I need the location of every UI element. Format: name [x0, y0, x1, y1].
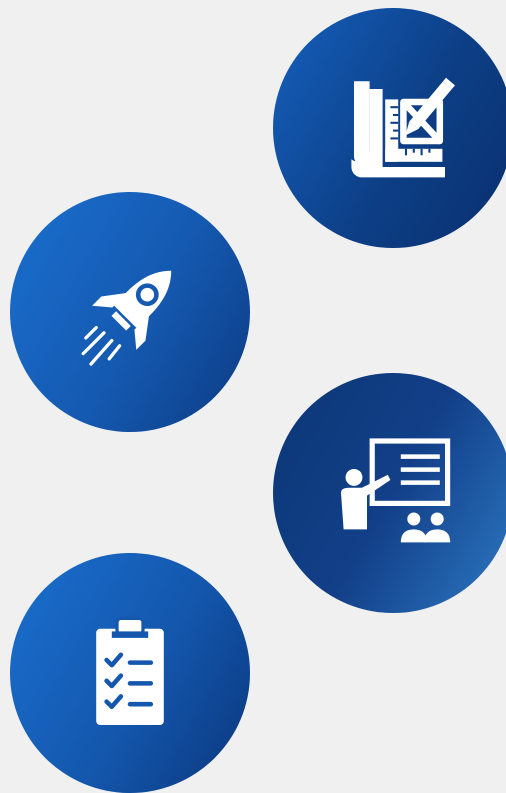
icon-canvas: [0, 0, 506, 793]
checklist-badge: [10, 553, 250, 793]
blueprint-badge: [273, 8, 506, 248]
checklist-icon: [96, 616, 164, 725]
rocket-icon: [81, 270, 172, 366]
blueprint-icon: [351, 77, 455, 178]
presentation-badge: [273, 373, 506, 613]
presentation-icon: [341, 438, 451, 543]
rocket-badge: [10, 192, 250, 432]
